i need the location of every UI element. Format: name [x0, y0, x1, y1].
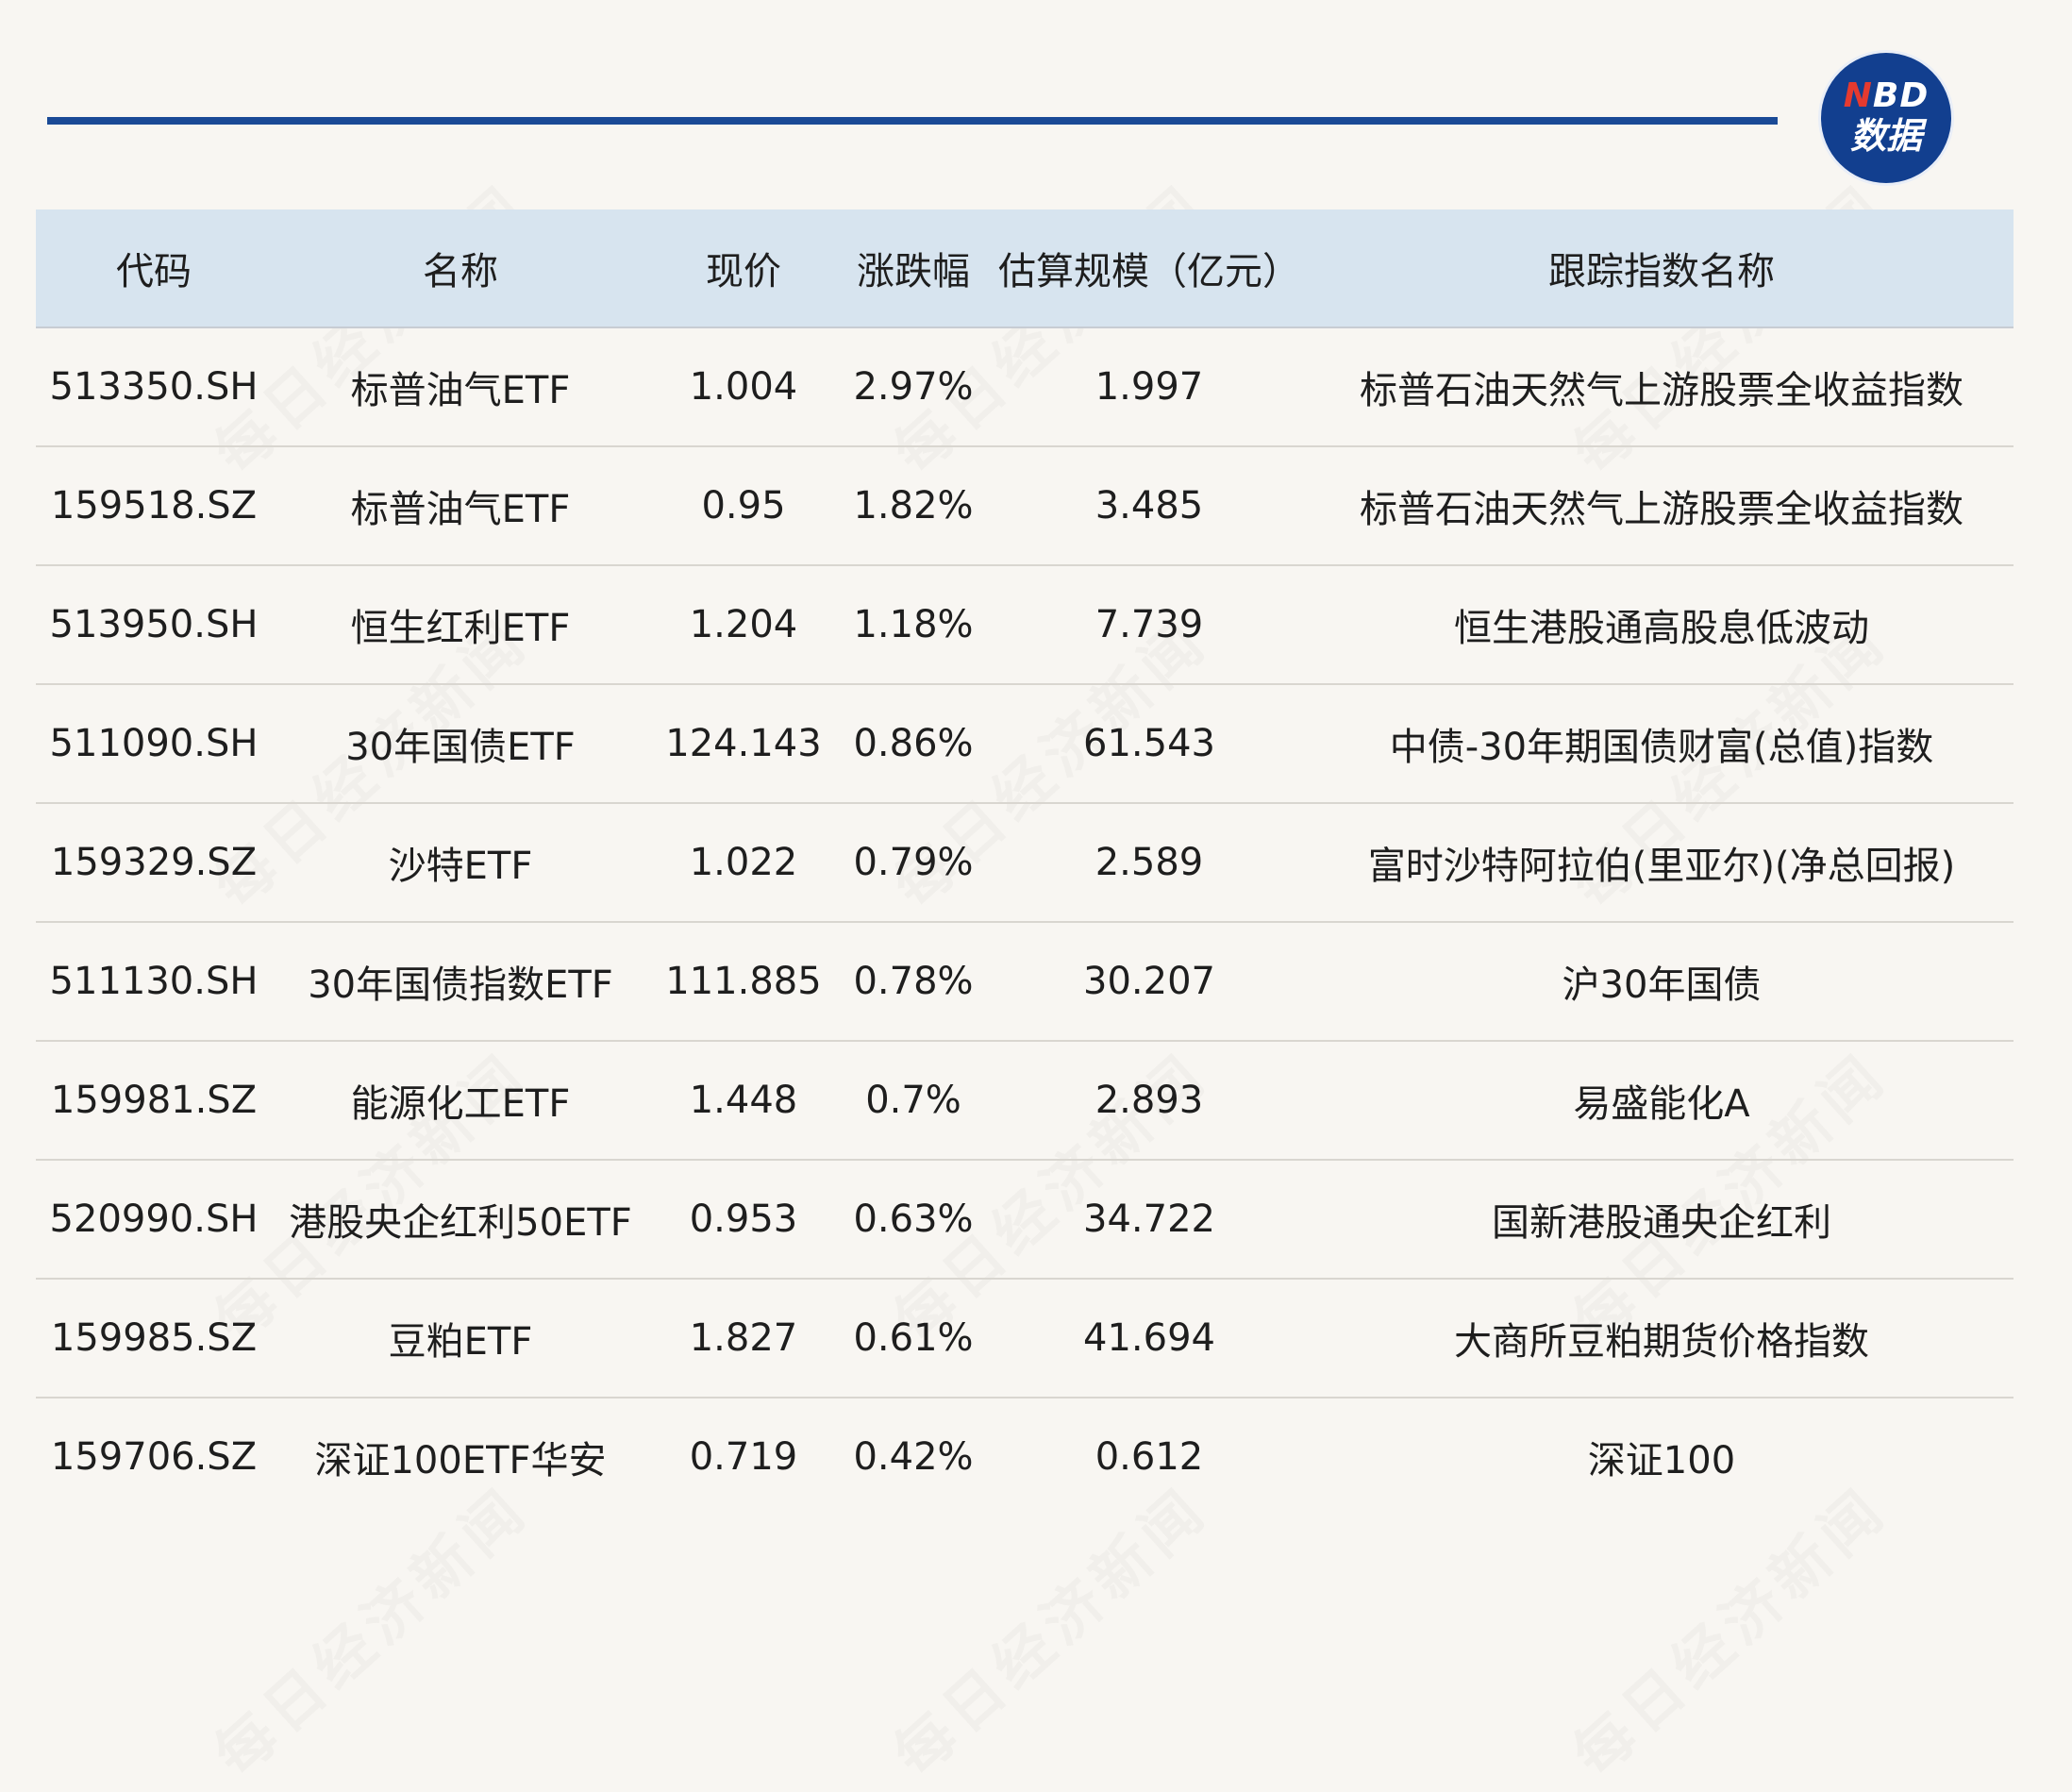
cell-change: 1.18%: [838, 565, 989, 685]
cell-code: 159329.SZ: [36, 803, 272, 923]
cell-index: 大商所豆粕期货价格指数: [1310, 1279, 2014, 1398]
cell-code: 513350.SH: [36, 327, 272, 447]
cell-name: 能源化工ETF: [272, 1041, 649, 1161]
cell-scale: 2.893: [989, 1041, 1310, 1161]
header-scale: 估算规模（亿元）: [989, 209, 1310, 328]
etf-table: 代码 名称 现价 涨跌幅 估算规模（亿元） 跟踪指数名称 513350.SH 标…: [36, 209, 2014, 1516]
table-row: 159706.SZ 深证100ETF华安 0.719 0.42% 0.612 深…: [36, 1398, 2014, 1516]
logo-text-data: 数据: [1849, 115, 1922, 157]
cell-name: 港股央企红利50ETF: [272, 1160, 649, 1280]
logo-text-nbd: NBD: [1821, 77, 1951, 115]
cell-change: 2.97%: [838, 327, 989, 447]
logo-letter-n: N: [1843, 76, 1873, 115]
cell-index: 富时沙特阿拉伯(里亚尔)(净总回报): [1310, 803, 2014, 923]
table-row: 513350.SH 标普油气ETF 1.004 2.97% 1.997 标普石油…: [36, 327, 2014, 447]
cell-name: 深证100ETF华安: [314, 1439, 607, 1482]
header-price: 现价: [649, 209, 838, 328]
cell-code: 159985.SZ: [36, 1279, 272, 1398]
table-header-row: 代码 名称 现价 涨跌幅 估算规模（亿元） 跟踪指数名称: [36, 209, 2014, 328]
cell-code: 513950.SH: [36, 565, 272, 685]
cell-change: 0.7%: [838, 1041, 989, 1161]
cell-name: 沙特ETF: [272, 803, 649, 923]
cell-name: 豆粕ETF: [272, 1279, 649, 1398]
cell-index: 国新港股通央企红利: [1310, 1160, 2014, 1280]
cell-price: 0.95: [649, 446, 838, 566]
header-name: 名称: [272, 209, 649, 328]
table-row: 513950.SH 恒生红利ETF 1.204 1.18% 7.739 恒生港股…: [36, 565, 2014, 685]
cell-index: 标普石油天然气上游股票全收益指数: [1310, 327, 2014, 447]
cell-scale: 0.612: [1094, 1435, 1204, 1479]
cell-scale: 1.997: [989, 327, 1310, 447]
cell-change: 0.61%: [838, 1279, 989, 1398]
header-code: 代码: [36, 209, 272, 328]
cell-code: 520990.SH: [36, 1160, 272, 1280]
header-rule: [47, 117, 1778, 125]
cell-change: 0.42%: [853, 1435, 974, 1479]
cell-price: 124.143: [649, 684, 838, 804]
cell-index: 深证100: [1587, 1439, 1736, 1482]
cell-code: 159518.SZ: [36, 446, 272, 566]
cell-code: 159706.SZ: [50, 1435, 258, 1479]
cell-change: 0.79%: [838, 803, 989, 923]
cell-change: 0.63%: [838, 1160, 989, 1280]
cell-scale: 2.589: [989, 803, 1310, 923]
cell-scale: 61.543: [989, 684, 1310, 804]
cell-index: 标普石油天然气上游股票全收益指数: [1310, 446, 2014, 566]
cell-index: 中债-30年期国债财富(总值)指数: [1310, 684, 2014, 804]
cell-index: 恒生港股通高股息低波动: [1310, 565, 2014, 685]
cell-scale: 3.485: [989, 446, 1310, 566]
cell-index: 沪30年国债: [1310, 922, 2014, 1042]
header-index: 跟踪指数名称: [1310, 209, 2014, 328]
logo-letters-bd: BD: [1872, 76, 1930, 115]
cell-code: 511130.SH: [36, 922, 272, 1042]
cell-price: 1.448: [649, 1041, 838, 1161]
cell-price: 0.953: [649, 1160, 838, 1280]
cell-name: 标普油气ETF: [272, 327, 649, 447]
table-row: 159518.SZ 标普油气ETF 0.95 1.82% 3.485 标普石油天…: [36, 446, 2014, 566]
cell-price: 111.885: [649, 922, 838, 1042]
cell-code: 511090.SH: [36, 684, 272, 804]
cell-name: 30年国债指数ETF: [272, 922, 649, 1042]
table-row: 520990.SH 港股央企红利50ETF 0.953 0.63% 34.722…: [36, 1160, 2014, 1280]
cell-change: 0.78%: [838, 922, 989, 1042]
cell-change: 0.86%: [838, 684, 989, 804]
cell-name: 30年国债ETF: [272, 684, 649, 804]
table-row: 511090.SH 30年国债ETF 124.143 0.86% 61.543 …: [36, 684, 2014, 804]
cell-name: 标普油气ETF: [272, 446, 649, 566]
cell-price: 1.022: [649, 803, 838, 923]
table-row: 159985.SZ 豆粕ETF 1.827 0.61% 41.694 大商所豆粕…: [36, 1279, 2014, 1398]
table-row: 159329.SZ 沙特ETF 1.022 0.79% 2.589 富时沙特阿拉…: [36, 803, 2014, 923]
cell-name: 恒生红利ETF: [272, 565, 649, 685]
cell-code: 159981.SZ: [36, 1041, 272, 1161]
cell-price: 1.204: [649, 565, 838, 685]
cell-scale: 41.694: [989, 1279, 1310, 1398]
cell-scale: 7.739: [989, 565, 1310, 685]
cell-scale: 30.207: [989, 922, 1310, 1042]
header-change: 涨跌幅: [838, 209, 989, 328]
cell-price: 1.004: [649, 327, 838, 447]
cell-price: 1.827: [649, 1279, 838, 1398]
table-row: 159981.SZ 能源化工ETF 1.448 0.7% 2.893 易盛能化A: [36, 1041, 2014, 1161]
cell-price: 0.719: [689, 1435, 798, 1479]
cell-change: 1.82%: [838, 446, 989, 566]
nbd-data-logo: NBD 数据: [1821, 53, 1951, 183]
table-row: 511130.SH 30年国债指数ETF 111.885 0.78% 30.20…: [36, 922, 2014, 1042]
cell-scale: 34.722: [989, 1160, 1310, 1280]
cell-index: 易盛能化A: [1310, 1041, 2014, 1161]
